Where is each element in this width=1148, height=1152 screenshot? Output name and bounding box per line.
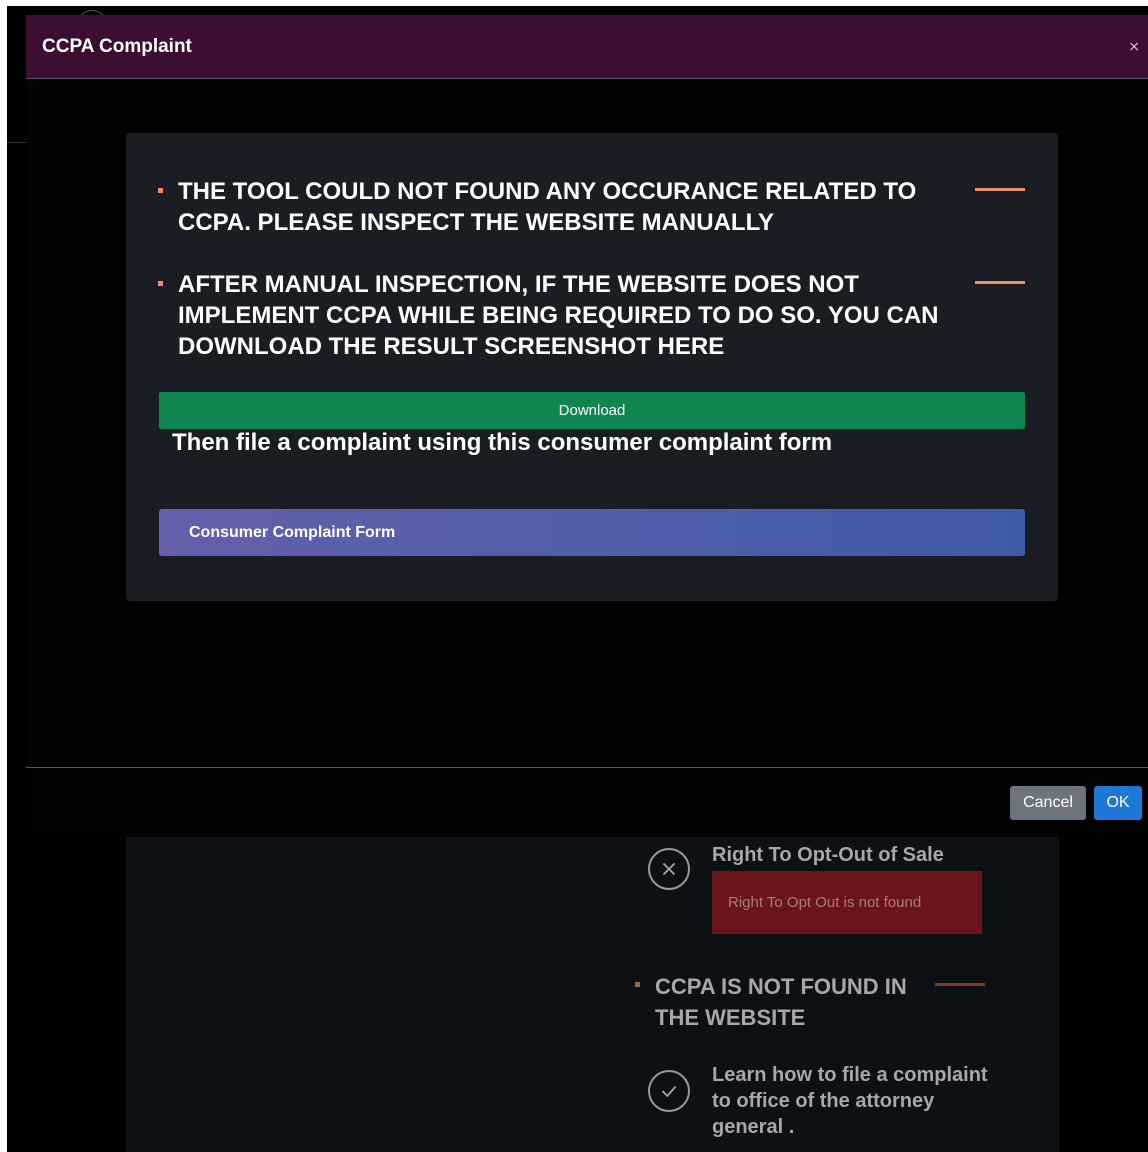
- ok-button[interactable]: OK: [1094, 786, 1142, 820]
- modal-body: THE TOOL COULD NOT FOUND ANY OCCURANCE R…: [26, 79, 1148, 767]
- circle-x-icon: [648, 848, 690, 890]
- opt-out-title: Right To Opt-Out of Sale: [712, 844, 944, 866]
- complaint-subtext: Then file a complaint using this consume…: [172, 429, 833, 456]
- ccpa-not-found-text: CCPA IS NOT FOUND IN THE WEBSITE: [655, 974, 907, 1030]
- cancel-button[interactable]: Cancel: [1010, 786, 1086, 820]
- opt-out-item: Right To Opt-Out of Sale Right To Opt Ou…: [648, 844, 982, 934]
- learn-item: Learn how to file a complaint to office …: [648, 1062, 992, 1140]
- download-button[interactable]: Download: [159, 392, 1025, 429]
- modal-header: CCPA Complaint ×: [26, 15, 1148, 79]
- bullet-item-1: THE TOOL COULD NOT FOUND ANY OCCURANCE R…: [158, 176, 1025, 238]
- bullet-text-2: AFTER MANUAL INSPECTION, IF THE WEBSITE …: [178, 271, 939, 360]
- ccpa-complaint-modal: CCPA Complaint × THE TOOL COULD NOT FOUN…: [26, 15, 1148, 837]
- modal-title: CCPA Complaint: [42, 35, 192, 57]
- bullet-text-1: THE TOOL COULD NOT FOUND ANY OCCURANCE R…: [178, 178, 917, 236]
- bullet-dash: [975, 281, 1025, 284]
- opt-out-alert: Right To Opt Out is not found: [712, 871, 982, 934]
- circle-check-icon: [648, 1070, 690, 1112]
- bullet-item-2: AFTER MANUAL INSPECTION, IF THE WEBSITE …: [158, 269, 1025, 362]
- close-icon[interactable]: ×: [1128, 39, 1140, 55]
- bullet-dash: [935, 983, 985, 986]
- learn-link[interactable]: Learn how to file a complaint to office …: [712, 1062, 992, 1140]
- complaint-card: THE TOOL COULD NOT FOUND ANY OCCURANCE R…: [126, 133, 1058, 601]
- ccpa-not-found-bullet: CCPA IS NOT FOUND IN THE WEBSITE: [635, 971, 985, 1033]
- bullet-dash: [975, 188, 1025, 191]
- consumer-complaint-form-button[interactable]: Consumer Complaint Form: [159, 509, 1025, 556]
- modal-footer: Cancel OK: [26, 767, 1148, 837]
